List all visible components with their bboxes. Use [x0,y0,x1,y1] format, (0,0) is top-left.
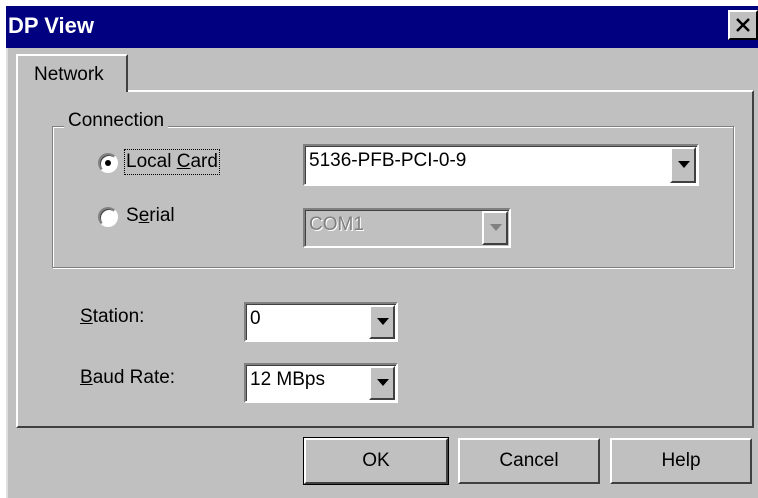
tab-network-label: Network [34,64,104,85]
cancel-button[interactable]: Cancel [458,438,600,484]
connection-group-label: Connection [64,110,169,132]
close-icon [736,18,750,32]
title-bar: DP View [6,6,758,48]
station-label-text: tation: [92,306,145,327]
serial-accelerator: e [138,205,150,226]
local-card-label[interactable]: Local Card [124,149,220,175]
local-card-value: 5136-PFB-PCI-0-9 [309,150,467,171]
baud-rate-label-text: aud Rate: [92,367,176,388]
local-card-accelerator: C [176,151,191,172]
chevron-down-icon [377,318,389,325]
chevron-down-icon [678,161,690,168]
close-button[interactable] [728,10,758,40]
baud-rate-select[interactable]: 12 MBps [244,363,398,403]
baud-rate-dropdown-button[interactable] [369,366,395,400]
baud-rate-value: 12 MBps [250,369,325,390]
serial-port-select: COM1 [303,208,511,248]
radio-selected-dot [105,160,111,166]
chevron-down-icon [490,224,502,231]
station-label: Station: [80,306,144,328]
station-value: 0 [250,308,261,329]
serial-radio[interactable] [98,207,118,227]
station-dropdown-button[interactable] [369,305,395,339]
tab-network[interactable]: Network [16,54,128,92]
serial-port-value: COM1 [309,214,364,235]
station-select[interactable]: 0 [244,302,398,342]
chevron-down-icon [377,379,389,386]
baud-rate-accelerator: B [80,367,93,388]
serial-label[interactable]: Serial [126,205,175,227]
local-card-label-text: Local [126,151,177,172]
ok-button[interactable]: OK [303,437,449,485]
station-accelerator: S [80,306,93,327]
window-title: DP View [8,13,95,38]
serial-label-text-end: rial [149,205,175,226]
serial-label-text: S [126,205,139,226]
help-button[interactable]: Help [610,438,752,484]
local-card-radio[interactable] [98,153,118,173]
local-card-label-text-end: ard [190,151,218,172]
local-card-dropdown-button[interactable] [670,147,696,183]
serial-port-dropdown-button [482,211,508,245]
local-card-select[interactable]: 5136-PFB-PCI-0-9 [303,144,699,186]
baud-rate-label: Baud Rate: [80,367,175,389]
